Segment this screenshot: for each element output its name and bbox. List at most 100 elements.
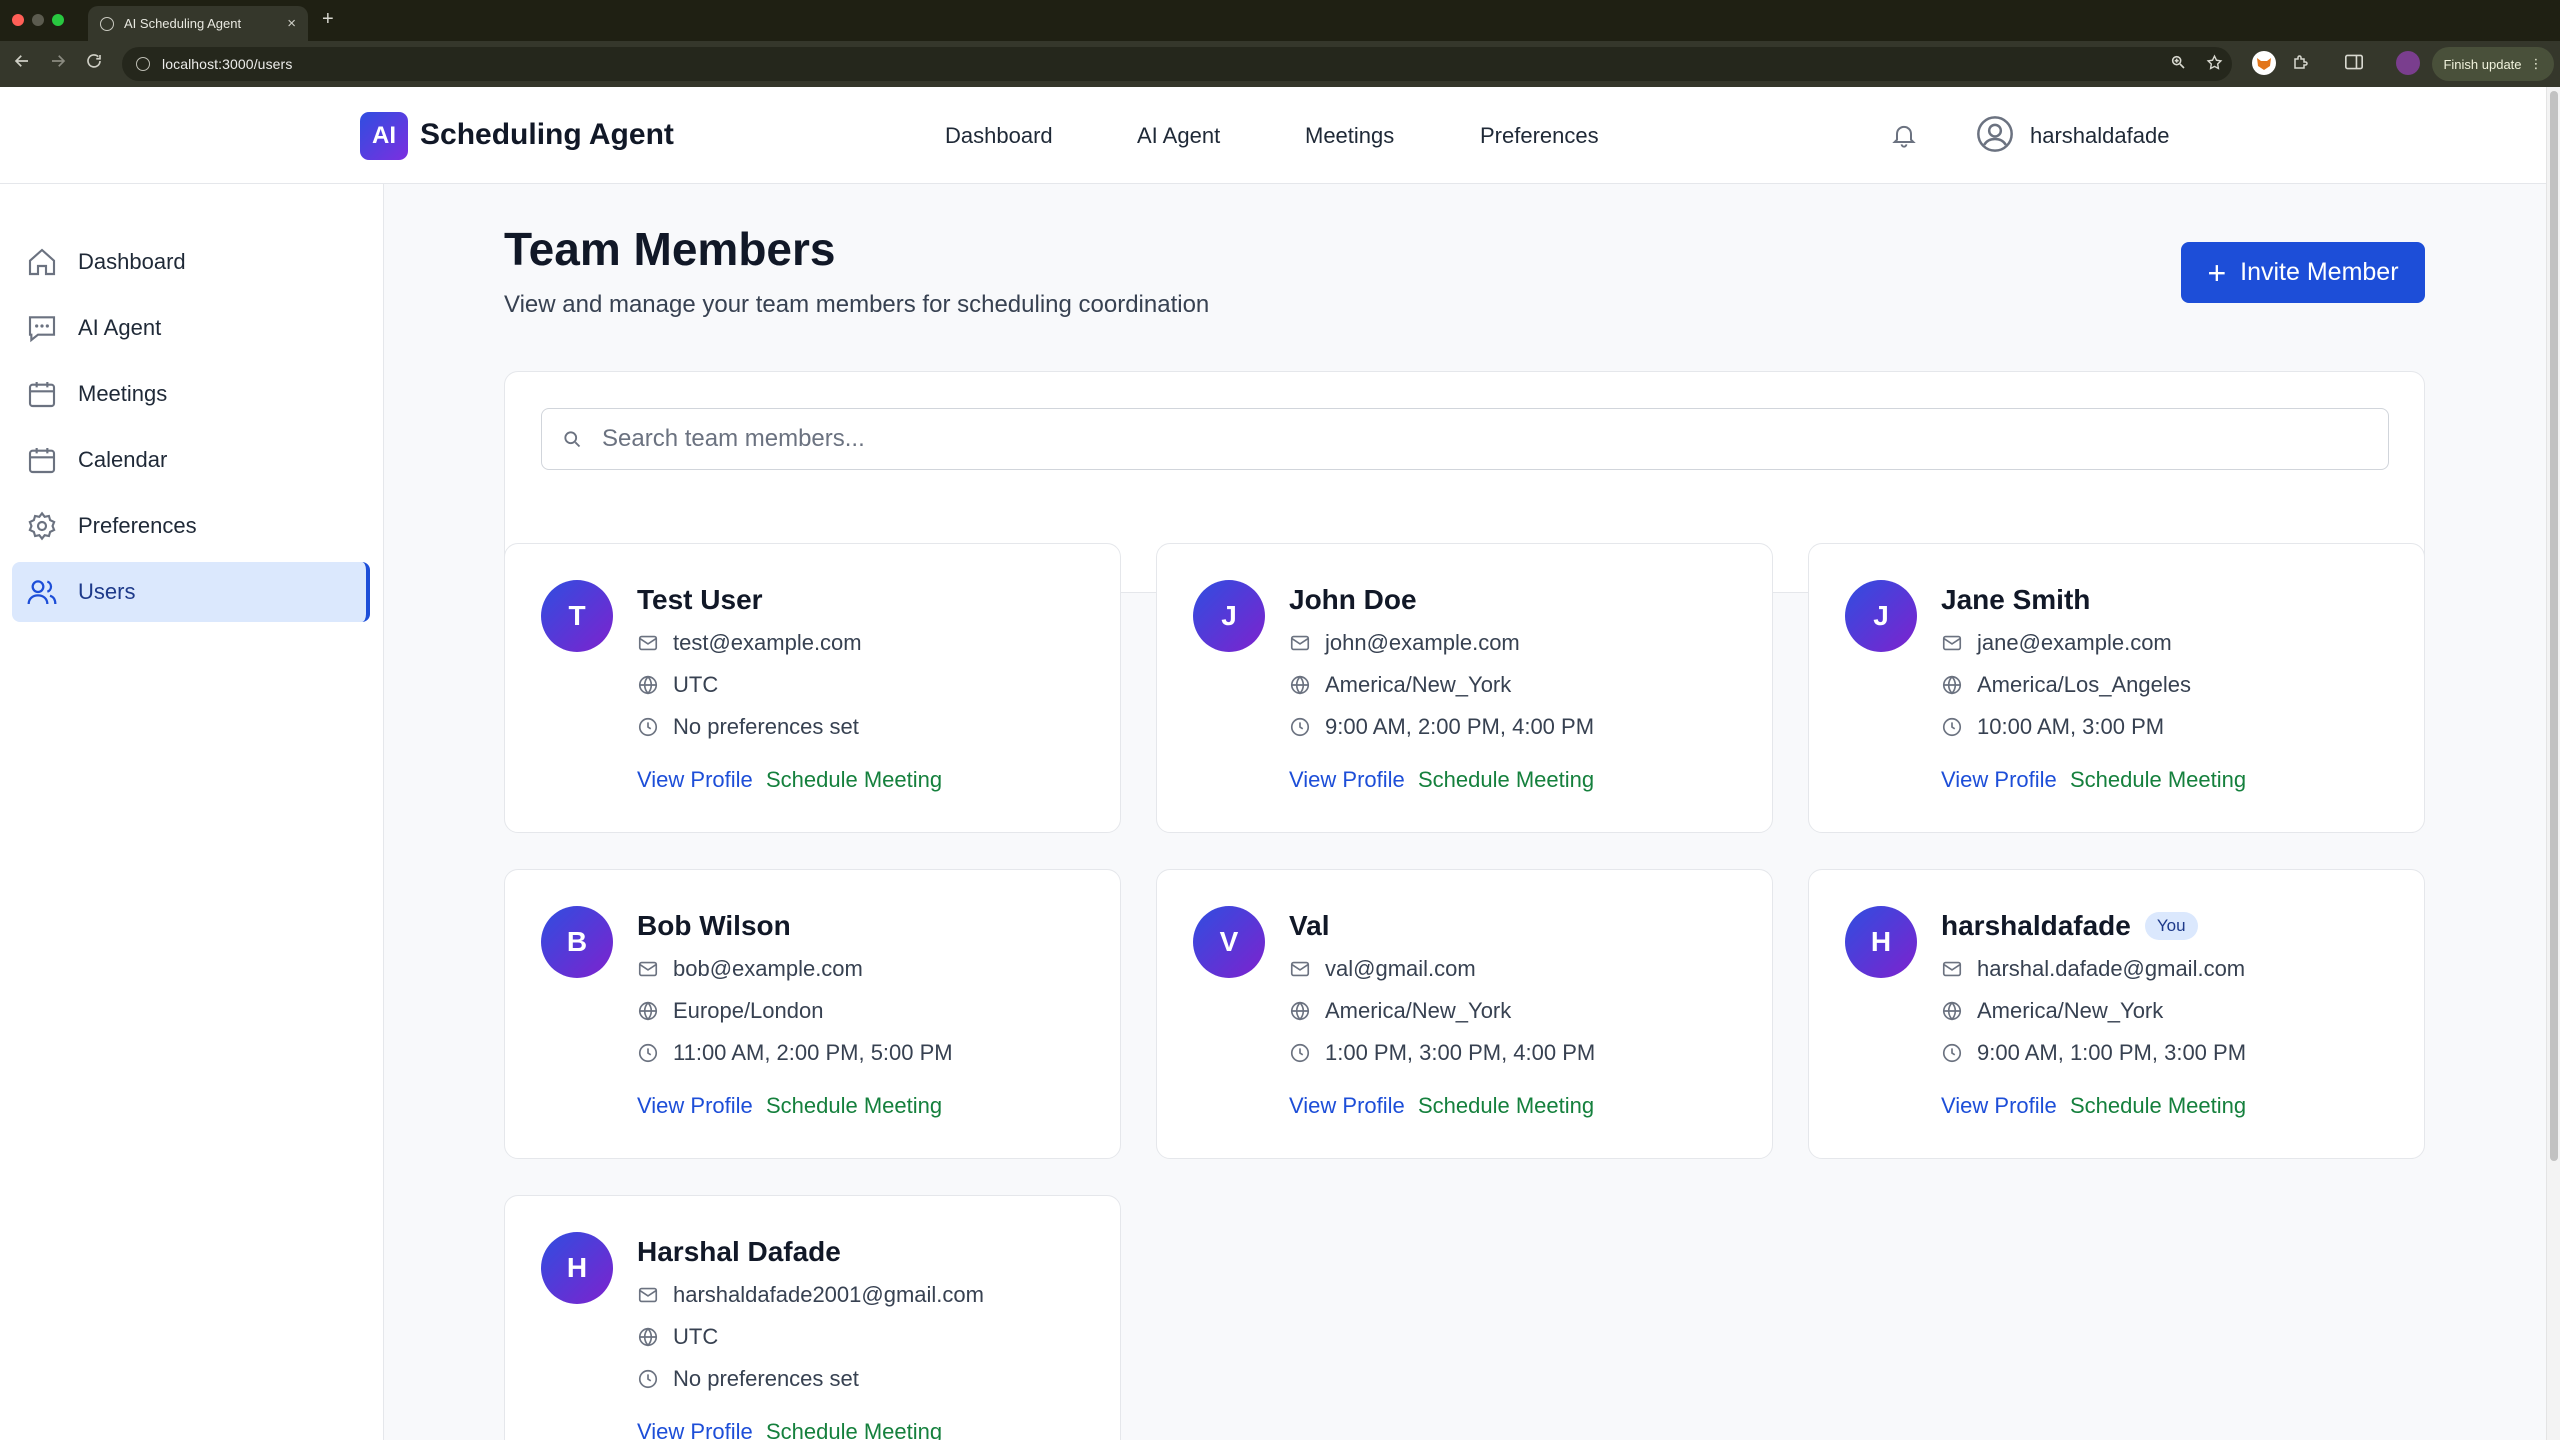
schedule-meeting-link[interactable]: Schedule Meeting bbox=[1418, 767, 1594, 793]
view-profile-link[interactable]: View Profile bbox=[1941, 1093, 2057, 1119]
search-icon bbox=[564, 431, 581, 448]
invite-member-button[interactable]: + Invite Member bbox=[2181, 242, 2425, 303]
schedule-meeting-link[interactable]: Schedule Meeting bbox=[766, 1419, 942, 1440]
finish-update-button[interactable]: Finish update ⋮ bbox=[2432, 47, 2554, 81]
sidebar-item-label: AI Agent bbox=[78, 315, 162, 340]
member-preferred-times: No preferences set bbox=[673, 1366, 859, 1391]
page-subtitle: View and manage your team members for sc… bbox=[504, 291, 1210, 318]
kebab-menu-icon: ⋮ bbox=[2529, 56, 2543, 71]
header-username[interactable]: harshaldafade bbox=[2030, 123, 2169, 149]
schedule-meeting-link[interactable]: Schedule Meeting bbox=[2070, 767, 2246, 793]
member-email-row: harshaldafade2001@gmail.com bbox=[637, 1282, 984, 1308]
tab-close-icon[interactable]: × bbox=[287, 15, 296, 32]
member-preferred-times: 1:00 PM, 3:00 PM, 4:00 PM bbox=[1325, 1040, 1596, 1065]
globe-icon bbox=[1290, 1001, 1310, 1021]
view-profile-link[interactable]: View Profile bbox=[637, 767, 753, 793]
avatar: H bbox=[1845, 906, 1917, 978]
member-preferred-times: 9:00 AM, 1:00 PM, 3:00 PM bbox=[1977, 1040, 2247, 1065]
topnav-ai-agent[interactable]: AI Agent bbox=[1137, 123, 1220, 149]
finish-update-label: Finish update bbox=[2443, 56, 2522, 72]
member-times-row: 11:00 AM, 2:00 PM, 5:00 PM bbox=[637, 1040, 953, 1066]
view-profile-link[interactable]: View Profile bbox=[637, 1093, 753, 1119]
member-timezone: UTC bbox=[673, 672, 719, 697]
member-name: Val bbox=[1289, 910, 1330, 941]
app-header: AI Scheduling Agent Dashboard AI Agent M… bbox=[0, 87, 2546, 184]
view-profile-link[interactable]: View Profile bbox=[637, 1419, 753, 1440]
zoom-icon[interactable] bbox=[2170, 54, 2186, 75]
clock-icon bbox=[638, 717, 658, 737]
member-email-row: jane@example.com bbox=[1941, 630, 2172, 656]
member-timezone: America/New_York bbox=[1325, 672, 1512, 697]
profile-avatar-icon[interactable] bbox=[2396, 51, 2420, 75]
scrollbar-thumb[interactable] bbox=[2550, 91, 2558, 1161]
sidebar-item-calendar[interactable]: Calendar bbox=[12, 430, 370, 490]
clock-icon bbox=[1290, 1043, 1310, 1063]
topnav-dashboard[interactable]: Dashboard bbox=[945, 123, 1053, 149]
browser-tab[interactable]: AI Scheduling Agent × bbox=[88, 6, 308, 41]
view-profile-link[interactable]: View Profile bbox=[1941, 767, 2057, 793]
address-bar[interactable]: localhost:3000/users bbox=[122, 47, 2232, 81]
forward-arrow-icon[interactable] bbox=[46, 52, 70, 75]
zoom-window-button[interactable] bbox=[52, 14, 64, 26]
member-email-row: harshal.dafade@gmail.com bbox=[1941, 956, 2245, 982]
mail-icon bbox=[1290, 961, 1310, 977]
member-timezone: America/New_York bbox=[1977, 998, 2164, 1023]
close-window-button[interactable] bbox=[12, 14, 24, 26]
member-preferred-times: 10:00 AM, 3:00 PM bbox=[1977, 714, 2165, 739]
member-card: J John Doe john@example.com America/New_Yor… bbox=[1156, 543, 1773, 833]
topnav-preferences[interactable]: Preferences bbox=[1480, 123, 1599, 149]
search-box[interactable] bbox=[541, 408, 2389, 470]
users-icon bbox=[27, 580, 57, 605]
member-card: V Val val@gmail.com America/New_York 1:00 PM… bbox=[1156, 869, 1773, 1159]
logo-badge: AI bbox=[360, 112, 408, 160]
member-times-row: 9:00 AM, 2:00 PM, 4:00 PM bbox=[1289, 714, 1594, 740]
site-info-icon[interactable] bbox=[136, 57, 150, 71]
home-icon bbox=[28, 248, 56, 276]
topnav-meetings[interactable]: Meetings bbox=[1305, 123, 1394, 149]
member-timezone-row: America/New_York bbox=[1941, 998, 2163, 1024]
side-panel-icon[interactable] bbox=[2344, 53, 2364, 76]
extension-fox-icon[interactable] bbox=[2252, 51, 2276, 75]
app-root: AI Scheduling Agent Dashboard AI Agent M… bbox=[0, 87, 2546, 1440]
member-name-row: Jane Smith bbox=[1941, 584, 2090, 616]
member-email-row: john@example.com bbox=[1289, 630, 1520, 656]
back-arrow-icon[interactable] bbox=[10, 52, 34, 75]
member-timezone: America/New_York bbox=[1325, 998, 1512, 1023]
schedule-meeting-link[interactable]: Schedule Meeting bbox=[1418, 1093, 1594, 1119]
bookmark-star-icon[interactable] bbox=[2206, 54, 2223, 76]
clock-icon bbox=[1290, 717, 1310, 737]
member-name: harshaldafade bbox=[1941, 910, 2131, 941]
avatar: V bbox=[1193, 906, 1265, 978]
sidebar-item-preferences[interactable]: Preferences bbox=[12, 496, 370, 556]
minimize-window-button[interactable] bbox=[32, 14, 44, 26]
view-profile-link[interactable]: View Profile bbox=[1289, 767, 1405, 793]
schedule-meeting-link[interactable]: Schedule Meeting bbox=[766, 767, 942, 793]
new-tab-button[interactable]: + bbox=[322, 8, 334, 31]
schedule-meeting-link[interactable]: Schedule Meeting bbox=[2070, 1093, 2246, 1119]
member-card: Hharshaldafade You harshal.dafade@gmail.co… bbox=[1808, 869, 2425, 1159]
mail-icon bbox=[638, 1287, 658, 1303]
schedule-meeting-link[interactable]: Schedule Meeting bbox=[766, 1093, 942, 1119]
clock-icon bbox=[638, 1043, 658, 1063]
bell-icon[interactable] bbox=[1890, 120, 1918, 150]
member-email-row: bob@example.com bbox=[637, 956, 863, 982]
you-badge: You bbox=[2144, 912, 2198, 940]
mail-icon bbox=[638, 635, 658, 651]
globe-icon bbox=[1942, 1001, 1962, 1021]
extensions-puzzle-icon[interactable] bbox=[2292, 53, 2310, 76]
user-circle-icon[interactable] bbox=[1975, 114, 2015, 154]
search-input[interactable] bbox=[602, 425, 2302, 453]
page-scrollbar[interactable] bbox=[2546, 87, 2560, 1440]
reload-icon[interactable] bbox=[82, 52, 106, 75]
sidebar-item-ai-agent[interactable]: AI Agent bbox=[12, 298, 370, 358]
sidebar-item-meetings[interactable]: Meetings bbox=[12, 364, 370, 424]
sidebar-item-users[interactable]: Users bbox=[12, 562, 370, 622]
calendar-icon bbox=[28, 382, 56, 408]
member-email-row: test@example.com bbox=[637, 630, 862, 656]
address-url: localhost:3000/users bbox=[162, 56, 293, 72]
logo-text[interactable]: Scheduling Agent bbox=[420, 118, 674, 152]
view-profile-link[interactable]: View Profile bbox=[1289, 1093, 1405, 1119]
member-email: bob@example.com bbox=[673, 956, 863, 981]
member-timezone-row: America/New_York bbox=[1289, 672, 1511, 698]
sidebar-item-dashboard[interactable]: Dashboard bbox=[12, 232, 370, 292]
